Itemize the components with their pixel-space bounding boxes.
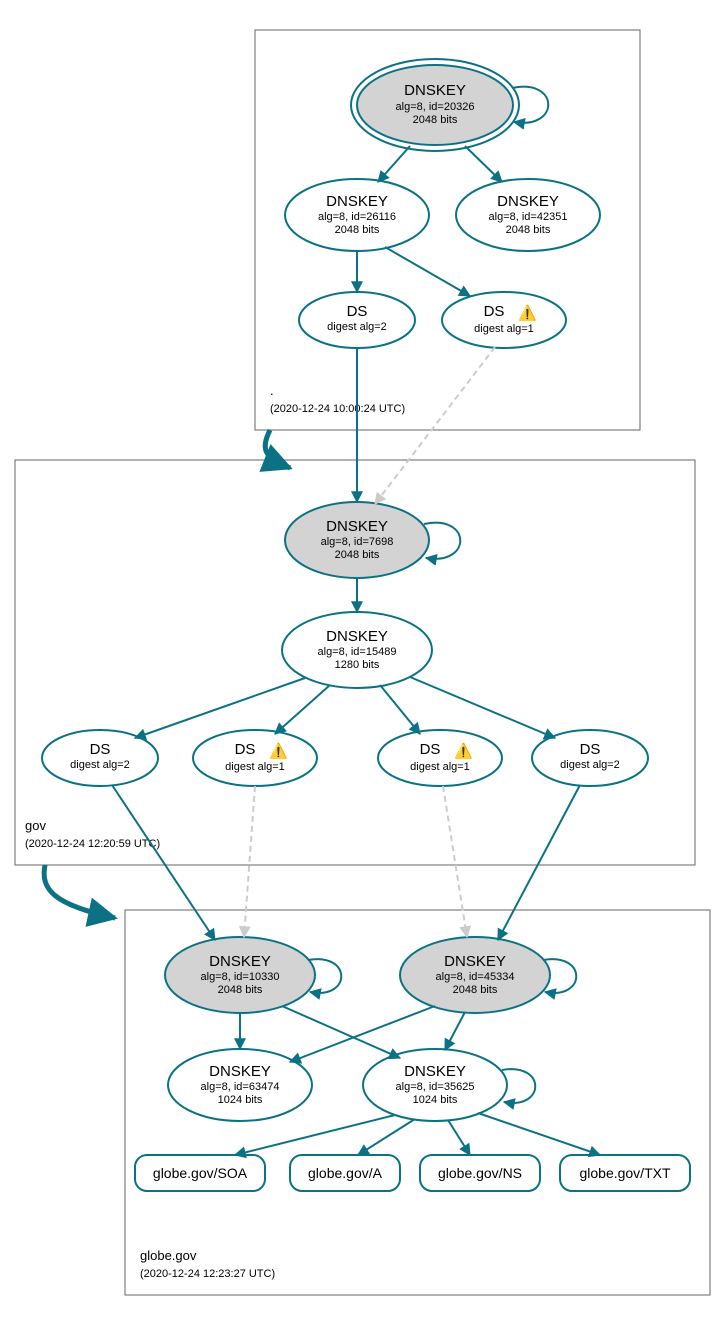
svg-text:digest alg=1: digest alg=1 (474, 323, 534, 335)
node-rr-a: globe.gov/A (290, 1155, 400, 1191)
svg-text:DS: DS (484, 303, 505, 320)
edge (282, 1006, 400, 1058)
svg-text:DNSKEY: DNSKEY (326, 628, 388, 645)
edge (385, 247, 470, 296)
svg-text:digest alg=2: digest alg=2 (327, 321, 387, 333)
svg-text:DNSKEY: DNSKEY (326, 193, 388, 210)
edge (478, 1113, 600, 1155)
svg-text:DS: DS (90, 741, 111, 758)
edge (443, 786, 467, 937)
node-gov-ds1: DS digest alg=2 (42, 730, 158, 786)
edge (448, 1120, 470, 1155)
node-root-zsk2: DNSKEY alg=8, id=42351 2048 bits (456, 179, 600, 251)
node-root-zsk1: DNSKEY alg=8, id=26116 2048 bits (285, 179, 429, 251)
svg-text:globe.gov/NS: globe.gov/NS (438, 1165, 522, 1181)
svg-text:digest alg=2: digest alg=2 (70, 759, 130, 771)
edge (235, 1115, 395, 1155)
svg-text:1024 bits: 1024 bits (218, 1094, 263, 1106)
edge (275, 685, 330, 734)
zone-label-gov: gov (25, 818, 46, 833)
svg-text:DS: DS (420, 741, 441, 758)
node-globe-ksk2: DNSKEY alg=8, id=45334 2048 bits (400, 937, 550, 1013)
svg-text:globe.gov/TXT: globe.gov/TXT (579, 1165, 670, 1181)
svg-text:globe.gov/SOA: globe.gov/SOA (153, 1165, 248, 1181)
node-gov-ds4: DS digest alg=2 (532, 730, 648, 786)
svg-text:2048 bits: 2048 bits (218, 984, 263, 996)
node-gov-ds2: DS ⚠️ digest alg=1 (193, 730, 317, 786)
warning-icon: ⚠️ (454, 742, 473, 760)
svg-text:2048 bits: 2048 bits (413, 114, 458, 126)
svg-text:alg=8, id=63474: alg=8, id=63474 (201, 1081, 280, 1093)
node-rr-txt: globe.gov/TXT (560, 1155, 690, 1191)
svg-text:alg=8, id=45334: alg=8, id=45334 (436, 971, 515, 983)
svg-text:DS: DS (235, 741, 256, 758)
svg-text:DNSKEY: DNSKEY (326, 518, 388, 535)
node-globe-zsk1: DNSKEY alg=8, id=63474 1024 bits (168, 1049, 312, 1121)
svg-text:digest alg=1: digest alg=1 (225, 761, 285, 773)
zone-ts-root: (2020-12-24 10:00:24 UTC) (270, 403, 405, 415)
svg-text:1024 bits: 1024 bits (413, 1094, 458, 1106)
svg-text:2048 bits: 2048 bits (506, 224, 551, 236)
svg-text:DNSKEY: DNSKEY (209, 1063, 271, 1080)
svg-text:alg=8, id=20326: alg=8, id=20326 (396, 101, 475, 113)
svg-text:DNSKEY: DNSKEY (209, 953, 271, 970)
edge (112, 785, 215, 940)
svg-text:1280 bits: 1280 bits (335, 659, 380, 671)
edge (445, 1012, 465, 1050)
zone-label-root: . (270, 383, 274, 398)
edge (380, 685, 420, 734)
svg-text:alg=8, id=7698: alg=8, id=7698 (321, 536, 394, 548)
zone-link-gov-globe (44, 865, 115, 918)
svg-text:2048 bits: 2048 bits (453, 984, 498, 996)
edge (410, 677, 555, 738)
svg-text:alg=8, id=26116: alg=8, id=26116 (318, 211, 396, 223)
svg-text:DNSKEY: DNSKEY (497, 193, 559, 210)
node-root-ds1: DS digest alg=2 (299, 292, 415, 348)
edge (375, 347, 495, 504)
edge (358, 1119, 415, 1155)
svg-text:DNSKEY: DNSKEY (444, 953, 506, 970)
zone-label-globe: globe.gov (140, 1248, 197, 1263)
node-globe-ksk1: DNSKEY alg=8, id=10330 2048 bits (165, 937, 315, 1013)
edge-root-ksk-self (512, 87, 548, 123)
node-rr-soa: globe.gov/SOA (135, 1155, 265, 1191)
svg-text:digest alg=1: digest alg=1 (410, 761, 470, 773)
edge (378, 146, 410, 182)
edge (498, 785, 580, 940)
svg-text:alg=8, id=42351: alg=8, id=42351 (489, 211, 568, 223)
svg-text:alg=8, id=35625: alg=8, id=35625 (396, 1081, 475, 1093)
node-globe-zsk2: DNSKEY alg=8, id=35625 1024 bits (363, 1049, 507, 1121)
svg-text:DNSKEY: DNSKEY (404, 1063, 466, 1080)
node-gov-ds3: DS ⚠️ digest alg=1 (378, 730, 502, 786)
warning-icon: ⚠️ (518, 304, 537, 322)
svg-text:DNSKEY: DNSKEY (404, 82, 466, 99)
node-rr-ns: globe.gov/NS (420, 1155, 540, 1191)
zone-link-root-gov (265, 430, 290, 468)
svg-text:DS: DS (347, 303, 368, 320)
edge (244, 786, 255, 937)
warning-icon: ⚠️ (269, 742, 288, 760)
svg-text:2048 bits: 2048 bits (335, 549, 380, 561)
node-gov-ksk: DNSKEY alg=8, id=7698 2048 bits (285, 502, 429, 578)
svg-text:globe.gov/A: globe.gov/A (308, 1165, 383, 1181)
node-gov-zsk: DNSKEY alg=8, id=15489 1280 bits (282, 612, 432, 688)
svg-text:alg=8, id=10330: alg=8, id=10330 (201, 971, 280, 983)
zone-ts-globe: (2020-12-24 12:23:27 UTC) (140, 1268, 275, 1280)
svg-text:digest alg=2: digest alg=2 (560, 759, 620, 771)
node-root-ksk: DNSKEY alg=8, id=20326 2048 bits (351, 59, 519, 151)
edge (465, 146, 502, 182)
svg-text:2048 bits: 2048 bits (335, 224, 380, 236)
svg-text:DS: DS (580, 741, 601, 758)
svg-text:alg=8, id=15489: alg=8, id=15489 (318, 646, 397, 658)
zone-ts-gov: (2020-12-24 12:20:59 UTC) (25, 838, 160, 850)
node-root-ds2: DS ⚠️ digest alg=1 (442, 292, 566, 348)
